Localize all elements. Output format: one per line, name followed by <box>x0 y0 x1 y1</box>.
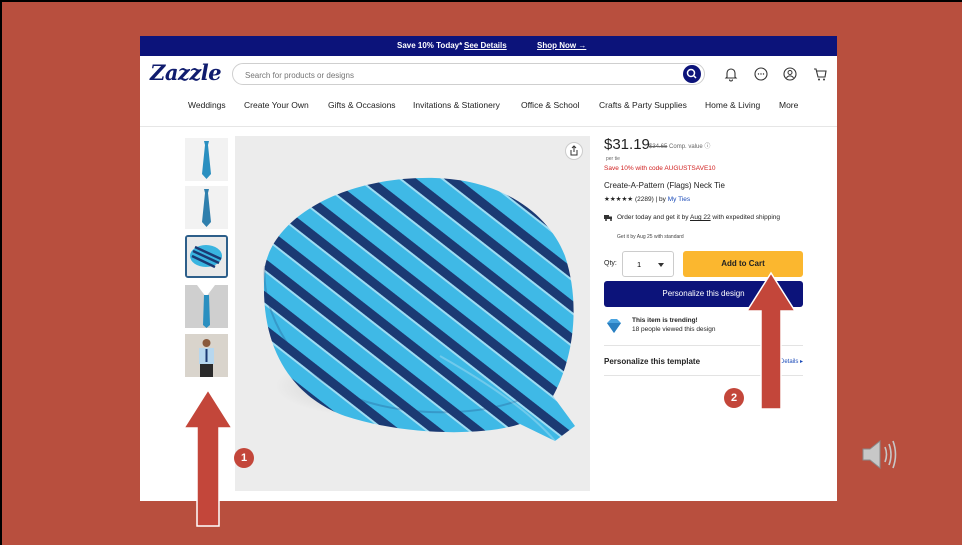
rating-stars: ★★★★★ <box>604 196 634 203</box>
product-price: $31.19 <box>604 136 650 153</box>
thumbnail-model-wearing-tie[interactable] <box>185 334 228 377</box>
tie-rolled-main-image <box>263 177 575 442</box>
per-unit-label: per tie <box>606 156 620 162</box>
product-title: Create-A-Pattern (Flags) Neck Tie <box>604 181 725 190</box>
zazzle-logo[interactable]: Zazzle <box>150 60 222 85</box>
annotation-badge-1: 1 <box>234 448 254 468</box>
comp-price-label: Comp. value ⓘ <box>669 144 711 150</box>
thumbnail-tie-rolled-selected[interactable] <box>185 235 228 278</box>
chevron-down-icon <box>658 263 664 267</box>
category-nav: Weddings Create Your Own Gifts & Occasio… <box>140 100 837 116</box>
nav-item-office-school[interactable]: Office & School <box>521 100 579 110</box>
share-icon <box>570 145 578 156</box>
header-divider <box>140 126 837 127</box>
store-link[interactable]: My Ties <box>668 196 690 203</box>
comp-price: $34.65 Comp. value ⓘ <box>649 141 710 150</box>
thumbnail-tie-collar[interactable] <box>185 285 228 328</box>
quantity-label: Qty: <box>604 260 617 267</box>
comp-price-value: $34.65 <box>649 144 668 150</box>
main-product-image <box>235 136 590 491</box>
nav-item-create-your-own[interactable]: Create Your Own <box>244 100 309 110</box>
tie-rolled-image <box>187 237 226 276</box>
annotation-arrow-2 <box>745 271 797 410</box>
nav-item-more[interactable]: More <box>779 100 798 110</box>
tie-on-collar-image <box>185 285 228 328</box>
search-button[interactable] <box>683 65 701 83</box>
zazzle-product-screenshot: Save 10% Today* See Details Shop Now → Z… <box>140 36 837 501</box>
annotation-badge-2: 2 <box>724 388 744 408</box>
chat-icon[interactable] <box>752 65 770 83</box>
nav-item-invitations-stationery[interactable]: Invitations & Stationery <box>413 100 500 110</box>
promo-text: Save 10% Today* <box>397 41 463 50</box>
truck-icon <box>604 215 612 221</box>
thumbnail-tie-back[interactable] <box>185 186 228 229</box>
cart-icon[interactable] <box>811 65 829 83</box>
nav-item-weddings[interactable]: Weddings <box>188 100 226 110</box>
search-input[interactable] <box>243 67 667 83</box>
trending-title: This item is trending! <box>632 317 698 324</box>
nav-item-crafts-party[interactable]: Crafts & Party Supplies <box>599 100 687 110</box>
promo-code-text: Save 10% with code AUGUSTSAVE10 <box>604 165 716 172</box>
quantity-value: 1 <box>637 260 642 269</box>
tie-front-image <box>185 138 228 181</box>
diamond-icon <box>607 319 621 333</box>
annotation-arrow-1 <box>182 388 234 527</box>
shipping-estimate: Order today and get it by Aug 22 with ex… <box>617 214 802 222</box>
personalize-template-heading: Personalize this template <box>604 357 701 366</box>
shop-now-link[interactable]: Shop Now → <box>537 41 586 50</box>
product-rating: ★★★★★ (2289) | by My Ties <box>604 195 690 203</box>
trending-subtitle: 18 people viewed this design <box>632 326 716 333</box>
model-image <box>185 334 228 377</box>
quantity-select[interactable]: 1 <box>622 251 674 277</box>
shipping-date[interactable]: Aug 22 <box>690 214 711 221</box>
account-icon[interactable] <box>781 65 799 83</box>
nav-item-home-living[interactable]: Home & Living <box>705 100 760 110</box>
nav-item-gifts-occasions[interactable]: Gifts & Occasions <box>328 100 396 110</box>
standard-shipping-estimate: Get it by Aug 25 with standard <box>617 234 684 240</box>
promo-bar: Save 10% Today* See Details Shop Now → <box>140 36 837 56</box>
bell-icon[interactable] <box>722 65 740 83</box>
shipping-suffix: with expedited shipping <box>712 214 780 221</box>
search-icon <box>686 68 697 79</box>
rating-count[interactable]: (2289) | by <box>635 196 666 203</box>
search-bar <box>232 63 705 85</box>
share-button[interactable] <box>565 142 583 160</box>
tie-back-image <box>185 186 228 229</box>
see-details-link[interactable]: See Details <box>464 41 507 50</box>
speaker-icon[interactable] <box>860 437 900 472</box>
frame-edge <box>0 0 962 2</box>
shipping-prefix: Order today and get it by <box>617 214 689 221</box>
thumbnail-tie-front[interactable] <box>185 138 228 181</box>
frame-edge <box>0 0 2 545</box>
